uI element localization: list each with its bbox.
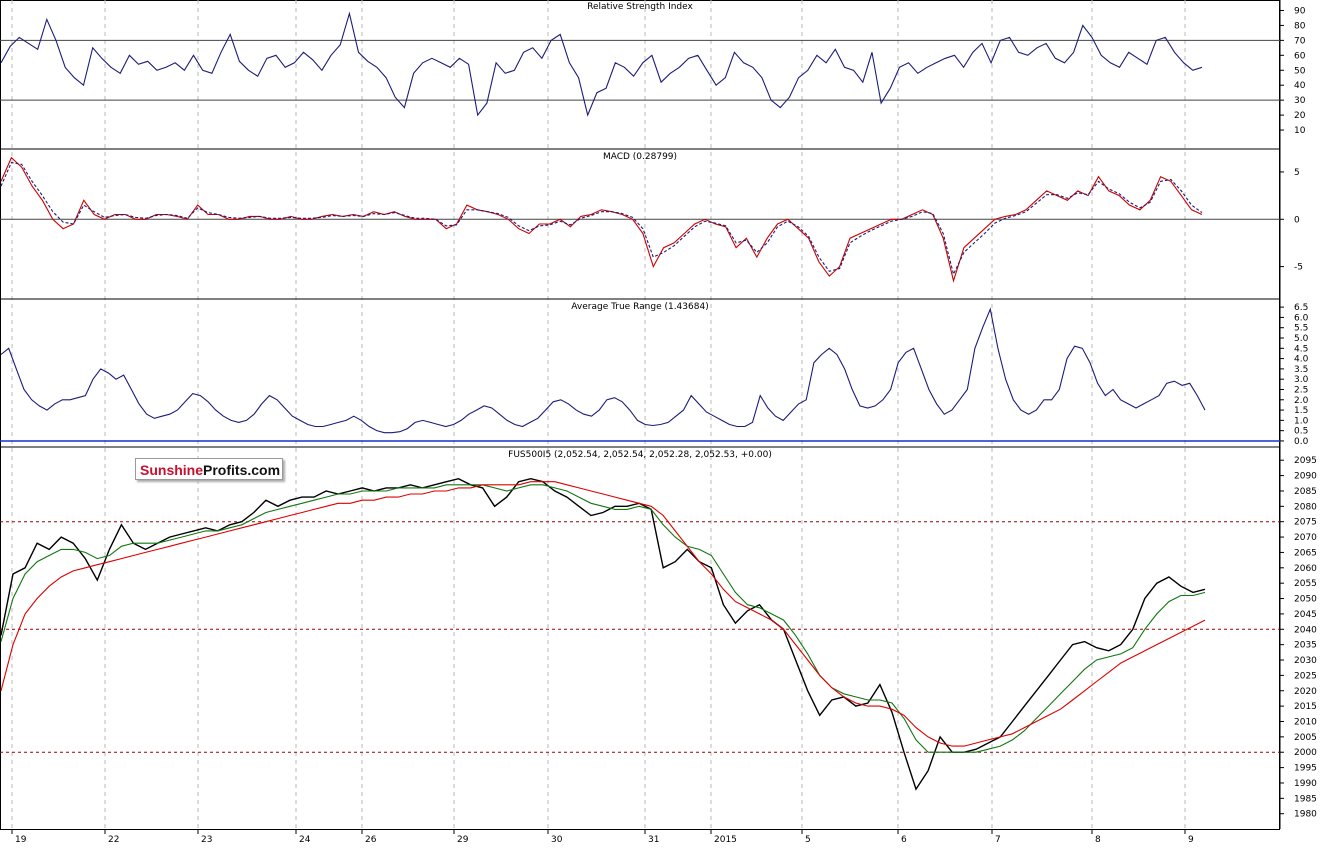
y-tick-label: 0 — [1294, 215, 1300, 225]
y-tick-label: 2080 — [1294, 502, 1317, 512]
y-tick-label: 10 — [1294, 126, 1306, 136]
y-tick-label: 2035 — [1294, 641, 1317, 651]
panel-title: FUS500I5 (2,052.54, 2,052.54, 2,052.28, … — [508, 450, 772, 460]
x-tick-label: 31 — [648, 835, 659, 844]
y-tick-label: 3.5 — [1294, 365, 1308, 375]
y-tick-label: 0.0 — [1294, 437, 1309, 447]
x-tick-label: 30 — [551, 835, 563, 844]
y-tick-label: 2015 — [1294, 702, 1317, 712]
y-tick-label: 2.5 — [1294, 385, 1308, 395]
y-tick-label: 1.0 — [1294, 416, 1309, 426]
x-tick-label: 22 — [108, 835, 119, 844]
y-tick-label: 1990 — [1294, 779, 1317, 789]
price-series — [0, 477, 1206, 791]
y-tick-label: 2090 — [1294, 472, 1317, 482]
signal-series — [0, 161, 1203, 276]
chart-canvas: 19 22 23 24 26 29 30 31 2015 5 6 7 8 9102030405060708… — [0, 0, 1317, 845]
y-tick-label: 1980 — [1294, 810, 1317, 820]
y-tick-label: 4.5 — [1294, 344, 1308, 354]
y-tick-label: 70 — [1294, 36, 1306, 46]
y-tick-label: 1995 — [1294, 764, 1317, 774]
y-tick-label: 2025 — [1294, 671, 1317, 681]
x-tick-label: 29 — [457, 835, 469, 844]
y-tick-label: 5 — [1294, 168, 1300, 178]
y-tick-label: 60 — [1294, 51, 1306, 61]
y-tick-label: 2045 — [1294, 610, 1317, 620]
panel-title: Average True Range (1.43684) — [571, 302, 708, 312]
y-tick-label: 30 — [1294, 96, 1306, 106]
y-tick-label: 20 — [1294, 111, 1306, 121]
y-tick-label: 2000 — [1294, 748, 1317, 758]
logo-part-2: Profits.com — [203, 462, 281, 478]
x-tick-label: 7 — [995, 835, 1001, 844]
y-tick-label: 2070 — [1294, 533, 1317, 543]
y-tick-label: 5.0 — [1294, 334, 1309, 344]
y-tick-label: 2.0 — [1294, 396, 1309, 406]
x-tick-label: 5 — [805, 835, 811, 844]
moving-average-fast — [0, 484, 1206, 753]
y-tick-label: 2030 — [1294, 656, 1317, 666]
y-tick-label: 0.5 — [1294, 427, 1308, 437]
y-tick-label: 3.0 — [1294, 375, 1309, 385]
logo-part-1: Sunshine — [140, 462, 204, 478]
panel-title: MACD (0.28799) — [603, 152, 677, 162]
panel-title: Relative Strength Index — [587, 2, 693, 12]
x-tick-label: 9 — [1188, 835, 1194, 844]
y-tick-label: 6.5 — [1294, 303, 1308, 313]
y-tick-label: 80 — [1294, 21, 1306, 31]
x-tick-label: 6 — [901, 835, 907, 844]
y-tick-label: 2065 — [1294, 548, 1317, 558]
x-tick-label: 19 — [15, 835, 27, 844]
y-tick-label: 90 — [1294, 6, 1306, 16]
y-tick-label: 4.0 — [1294, 355, 1309, 365]
y-tick-label: 2040 — [1294, 625, 1317, 635]
atr-series — [0, 307, 1206, 434]
y-tick-label: 2075 — [1294, 518, 1317, 528]
x-tick-label: 2015 — [714, 835, 737, 844]
x-tick-label: 23 — [201, 835, 212, 844]
y-tick-label: 2060 — [1294, 564, 1317, 574]
y-tick-label: 2055 — [1294, 579, 1317, 589]
y-tick-label: 6.0 — [1294, 313, 1309, 323]
y-tick-label: 50 — [1294, 66, 1306, 76]
y-tick-label: 40 — [1294, 81, 1306, 91]
y-tick-label: 2005 — [1294, 733, 1317, 743]
y-tick-label: 2085 — [1294, 487, 1317, 497]
y-tick-label: 2010 — [1294, 717, 1317, 727]
x-tick-label: 26 — [365, 835, 377, 844]
y-tick-label: 5.5 — [1294, 324, 1308, 334]
y-tick-label: 1.5 — [1294, 406, 1308, 416]
y-tick-label: 2020 — [1294, 687, 1317, 697]
y-tick-label: -5 — [1294, 263, 1303, 273]
y-tick-label: 2095 — [1294, 456, 1317, 466]
y-tick-label: 1985 — [1294, 794, 1317, 804]
x-tick-label: 8 — [1095, 835, 1101, 844]
sunshine-profits-logo: SunshineProfits.com — [135, 458, 283, 480]
chart-frame — [0, 0, 1280, 830]
x-tick-label: 24 — [299, 835, 311, 844]
y-tick-label: 2050 — [1294, 595, 1317, 605]
